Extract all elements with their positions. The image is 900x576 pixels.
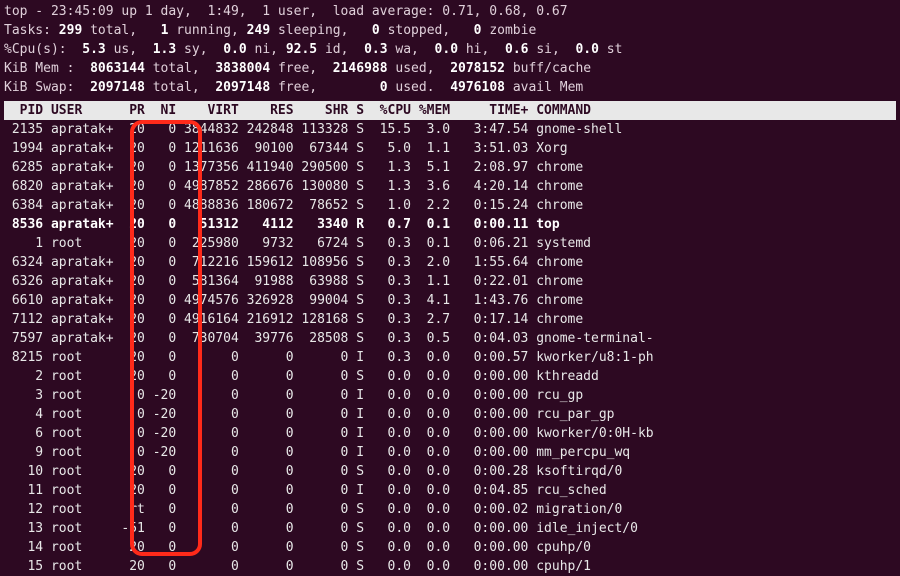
process-row[interactable]: 6820 apratak+ 20 0 4987852 286676 130080… xyxy=(4,177,896,196)
process-row[interactable]: 14 root 20 0 0 0 0 S 0.0 0.0 0:00.00 cpu… xyxy=(4,538,896,557)
process-row[interactable]: 12 root rt 0 0 0 0 S 0.0 0.0 0:00.02 mig… xyxy=(4,500,896,519)
summary-line-uptime: top - 23:45:09 up 1 day, 1:49, 1 user, l… xyxy=(4,2,896,21)
process-row[interactable]: 13 root -51 0 0 0 0 S 0.0 0.0 0:00.00 id… xyxy=(4,519,896,538)
process-row[interactable]: 1994 apratak+ 20 0 1211636 90100 67344 S… xyxy=(4,139,896,158)
process-row[interactable]: 10 root 20 0 0 0 0 S 0.0 0.0 0:00.28 kso… xyxy=(4,462,896,481)
process-row[interactable]: 8215 root 20 0 0 0 0 I 0.3 0.0 0:00.57 k… xyxy=(4,348,896,367)
process-row[interactable]: 11 root 20 0 0 0 0 I 0.0 0.0 0:04.85 rcu… xyxy=(4,481,896,500)
process-row[interactable]: 7112 apratak+ 20 0 4916164 216912 128168… xyxy=(4,310,896,329)
process-list: 2135 apratak+ 20 0 3844832 242848 113328… xyxy=(4,120,896,576)
process-row[interactable]: 15 root 20 0 0 0 0 S 0.0 0.0 0:00.00 cpu… xyxy=(4,557,896,576)
summary-line-swap: KiB Swap: 2097148 total, 2097148 free, 0… xyxy=(4,78,896,97)
process-row[interactable]: 9 root 0 -20 0 0 0 I 0.0 0.0 0:00.00 mm_… xyxy=(4,443,896,462)
column-headers[interactable]: PID USER PR NI VIRT RES SHR S %CPU %MEM … xyxy=(4,101,896,120)
process-row[interactable]: 6326 apratak+ 20 0 581364 91988 63988 S … xyxy=(4,272,896,291)
summary-line-cpu: %Cpu(s): 5.3 us, 1.3 sy, 0.0 ni, 92.5 id… xyxy=(4,40,896,59)
summary-line-tasks: Tasks: 299 total, 1 running, 249 sleepin… xyxy=(4,21,896,40)
process-row[interactable]: 8536 apratak+ 20 0 51312 4112 3340 R 0.7… xyxy=(4,215,896,234)
process-row[interactable]: 6610 apratak+ 20 0 4974576 326928 99004 … xyxy=(4,291,896,310)
process-row[interactable]: 4 root 0 -20 0 0 0 I 0.0 0.0 0:00.00 rcu… xyxy=(4,405,896,424)
process-row[interactable]: 1 root 20 0 225980 9732 6724 S 0.3 0.1 0… xyxy=(4,234,896,253)
process-row[interactable]: 6324 apratak+ 20 0 712216 159612 108956 … xyxy=(4,253,896,272)
process-row[interactable]: 6285 apratak+ 20 0 1377356 411940 290500… xyxy=(4,158,896,177)
process-row[interactable]: 6 root 0 -20 0 0 0 I 0.0 0.0 0:00.00 kwo… xyxy=(4,424,896,443)
process-row[interactable]: 3 root 0 -20 0 0 0 I 0.0 0.0 0:00.00 rcu… xyxy=(4,386,896,405)
process-row[interactable]: 2135 apratak+ 20 0 3844832 242848 113328… xyxy=(4,120,896,139)
process-row[interactable]: 7597 apratak+ 20 0 730704 39776 28508 S … xyxy=(4,329,896,348)
summary-line-mem: KiB Mem : 8063144 total, 3838004 free, 2… xyxy=(4,59,896,78)
process-row[interactable]: 6384 apratak+ 20 0 4888836 180672 78652 … xyxy=(4,196,896,215)
process-row[interactable]: 2 root 20 0 0 0 0 S 0.0 0.0 0:00.00 kthr… xyxy=(4,367,896,386)
